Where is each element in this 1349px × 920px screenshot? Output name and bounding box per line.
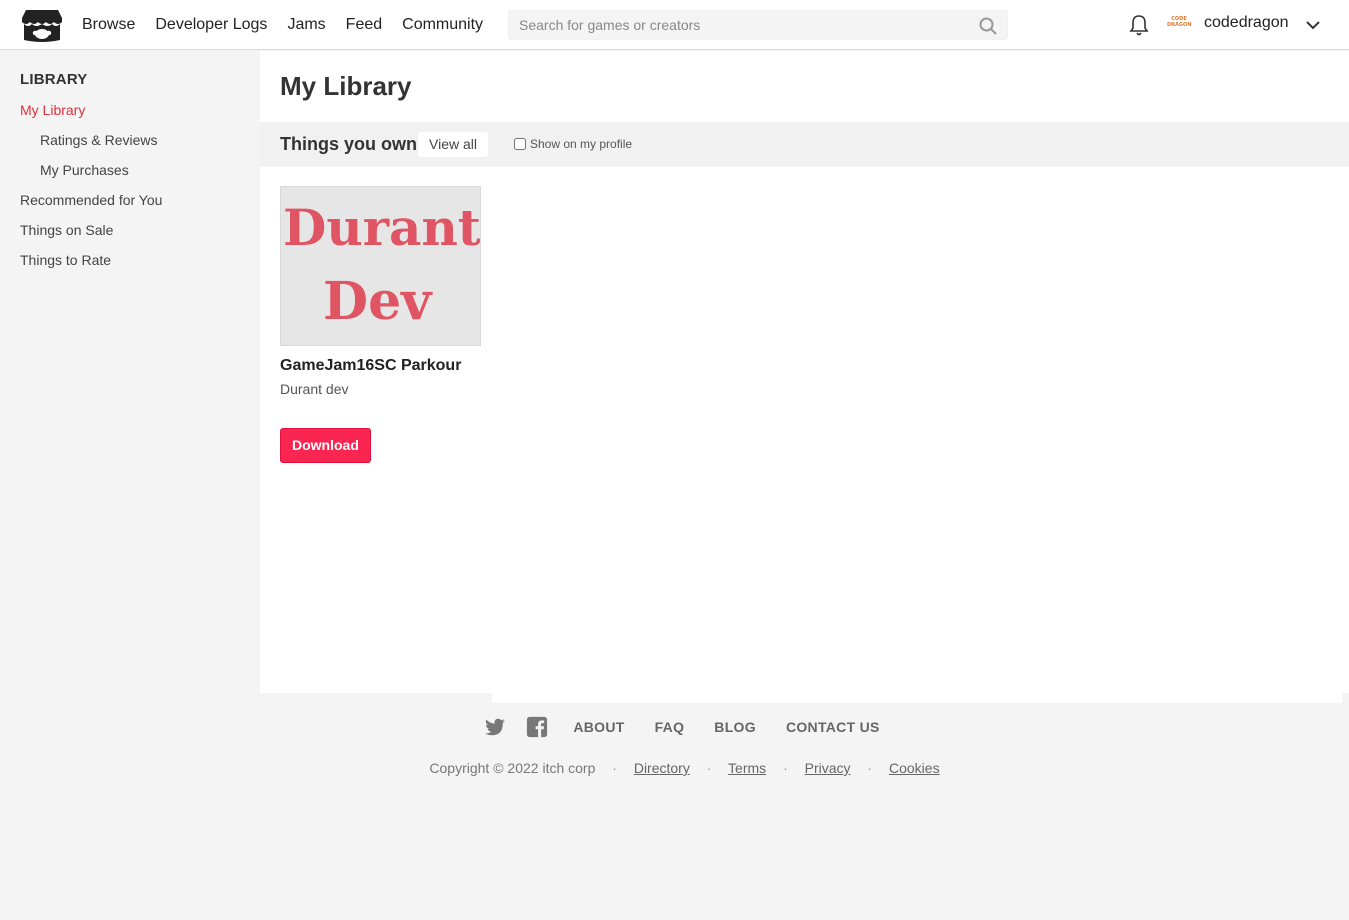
itchio-logo-icon[interactable] xyxy=(22,6,62,44)
show-on-profile-toggle[interactable]: Show on my profile xyxy=(514,137,632,151)
footer-link-cookies[interactable]: Cookies xyxy=(889,760,940,776)
sidebar-item-things-to-rate[interactable]: Things to Rate xyxy=(20,252,111,268)
copyright-text: Copyright © 2022 itch corp xyxy=(429,760,596,776)
separator-dot: · xyxy=(706,760,712,776)
separator-dot: · xyxy=(783,760,788,776)
cover-text-line-2: Dev xyxy=(323,271,433,332)
page-title: My Library xyxy=(280,71,412,101)
sidebar-item-recommended[interactable]: Recommended for You xyxy=(20,192,162,208)
notification-bell-icon[interactable] xyxy=(1129,14,1149,36)
search-box xyxy=(508,10,1008,40)
game-thumbnail[interactable]: Durant Dev xyxy=(280,186,481,346)
twitter-icon[interactable] xyxy=(484,716,506,738)
chevron-down-icon[interactable] xyxy=(1305,17,1321,33)
site-header: Browse Developer Logs Jams Feed Communit… xyxy=(0,0,1349,50)
game-cell: Durant Dev GameJam16SC Parkour Durant de… xyxy=(280,186,481,463)
nav-community[interactable]: Community xyxy=(402,16,483,34)
library-sidebar: LIBRARY My Library Ratings & Reviews My … xyxy=(0,51,260,691)
avatar[interactable]: CODE DRAGON xyxy=(1167,14,1191,36)
separator-dot: · xyxy=(612,760,617,776)
nav-feed[interactable]: Feed xyxy=(346,16,382,34)
sidebar-item-my-library[interactable]: My Library xyxy=(20,102,85,118)
footer-link-blog[interactable]: BLOG xyxy=(714,719,756,735)
game-title[interactable]: GameJam16SC Parkour xyxy=(280,357,481,375)
footer-link-faq[interactable]: FAQ xyxy=(655,719,685,735)
sidebar-item-things-on-sale[interactable]: Things on Sale xyxy=(20,222,113,238)
nav-browse[interactable]: Browse xyxy=(82,16,135,34)
nav-developer-logs[interactable]: Developer Logs xyxy=(155,16,267,34)
show-on-profile-checkbox[interactable] xyxy=(514,138,526,150)
cover-text-line-1: Durant xyxy=(283,198,481,257)
footer-link-directory[interactable]: Directory xyxy=(634,760,690,776)
facebook-icon[interactable] xyxy=(526,716,548,738)
view-all-button[interactable]: View all xyxy=(418,132,488,157)
download-button[interactable]: Download xyxy=(280,428,371,463)
footer-nav: ABOUT FAQ BLOG CONTACT US xyxy=(0,716,1349,738)
content-divider xyxy=(492,693,1342,703)
search-input[interactable] xyxy=(509,11,1007,39)
footer-legal: Copyright © 2022 itch corp · Directory ·… xyxy=(0,760,1349,776)
footer-link-privacy[interactable]: Privacy xyxy=(805,760,851,776)
separator-dot: · xyxy=(867,760,873,776)
sidebar-heading: LIBRARY xyxy=(20,71,88,88)
footer-link-about[interactable]: ABOUT xyxy=(573,719,624,735)
nav-jams[interactable]: Jams xyxy=(287,16,325,34)
search-icon[interactable] xyxy=(979,17,997,35)
sidebar-item-ratings-reviews[interactable]: Ratings & Reviews xyxy=(40,132,158,148)
owned-section-header: Things you own View all Show on my profi… xyxy=(260,122,1349,167)
game-cover-art: Durant Dev xyxy=(281,187,481,345)
main-content: My Library Things you own View all Show … xyxy=(260,51,1349,693)
username-label[interactable]: codedragon xyxy=(1204,14,1289,32)
footer-link-contact[interactable]: CONTACT US xyxy=(786,719,880,735)
section-title: Things you own xyxy=(280,134,417,154)
game-author[interactable]: Durant dev xyxy=(280,381,481,397)
show-on-profile-label: Show on my profile xyxy=(530,137,633,151)
sidebar-item-my-purchases[interactable]: My Purchases xyxy=(40,162,129,178)
footer-link-terms[interactable]: Terms xyxy=(728,760,766,776)
main-nav: Browse Developer Logs Jams Feed Communit… xyxy=(82,0,503,50)
